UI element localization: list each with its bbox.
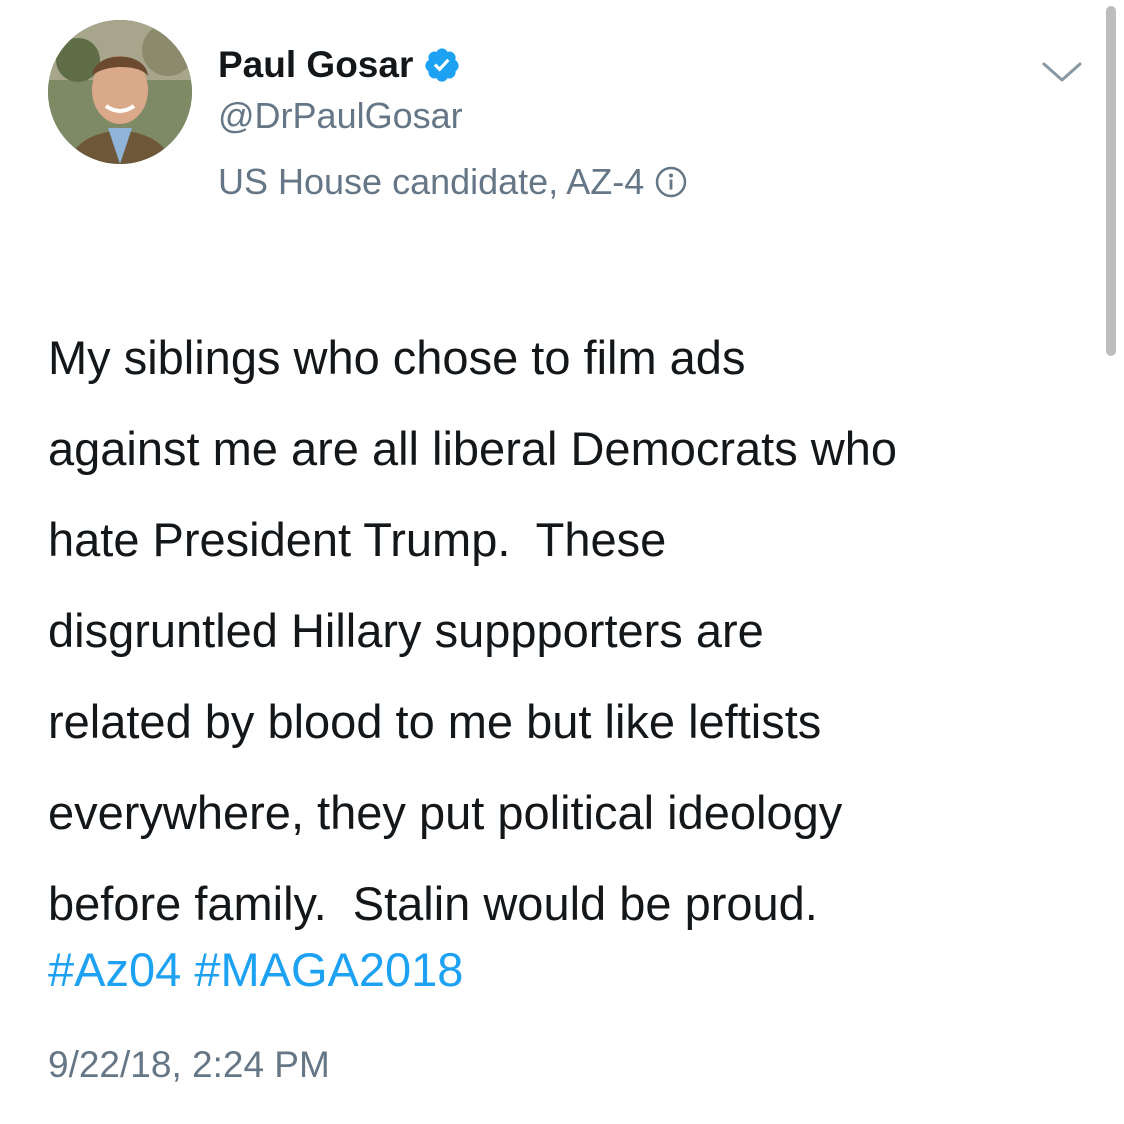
tweet-text: My siblings who chose to film ads agains…	[48, 312, 1098, 949]
tweet-author[interactable]: Paul Gosar @DrPaulGosar US House candida…	[218, 40, 688, 204]
tweet-line: related by blood to me but like leftists	[48, 695, 822, 748]
author-name[interactable]: Paul Gosar	[218, 40, 413, 90]
author-name-row: Paul Gosar	[218, 40, 688, 90]
scrollbar[interactable]	[1106, 6, 1116, 356]
hashtag-link[interactable]: #Az04	[48, 943, 181, 996]
verified-badge-icon	[423, 46, 461, 84]
tweet-line: My siblings who chose to film ads	[48, 331, 746, 384]
tweet-line: hate President Trump. These	[48, 513, 667, 566]
info-icon[interactable]	[654, 165, 688, 199]
tweet-line: against me are all liberal Democrats who	[48, 422, 897, 475]
chevron-down-icon[interactable]	[1040, 56, 1084, 86]
tweet-line: everywhere, they put political ideology	[48, 786, 843, 839]
author-handle[interactable]: @DrPaulGosar	[218, 94, 688, 138]
profile-photo	[48, 20, 192, 164]
hashtag-link[interactable]: #MAGA2018	[194, 943, 463, 996]
candidate-label: US House candidate, AZ-4	[218, 161, 645, 202]
tweet-timestamp[interactable]: 9/22/18, 2:24 PM	[48, 1040, 330, 1090]
avatar[interactable]	[48, 20, 192, 164]
hashtags-row: #Az04 #MAGA2018	[48, 924, 463, 1015]
candidate-label-row: US House candidate, AZ-4	[218, 160, 688, 204]
tweet-line: disgruntled Hillary suppporters are	[48, 604, 764, 657]
